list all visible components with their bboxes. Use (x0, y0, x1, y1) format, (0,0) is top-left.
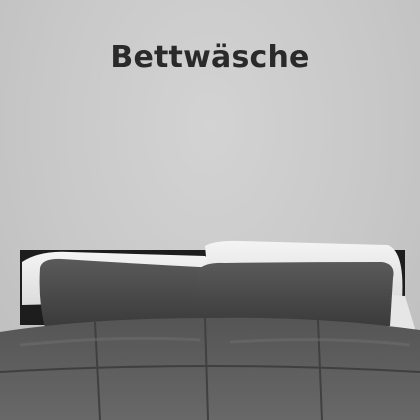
plush-pillow-left (39, 258, 226, 328)
bed-scene-image (0, 240, 420, 420)
plush-pillow-right (197, 262, 394, 328)
